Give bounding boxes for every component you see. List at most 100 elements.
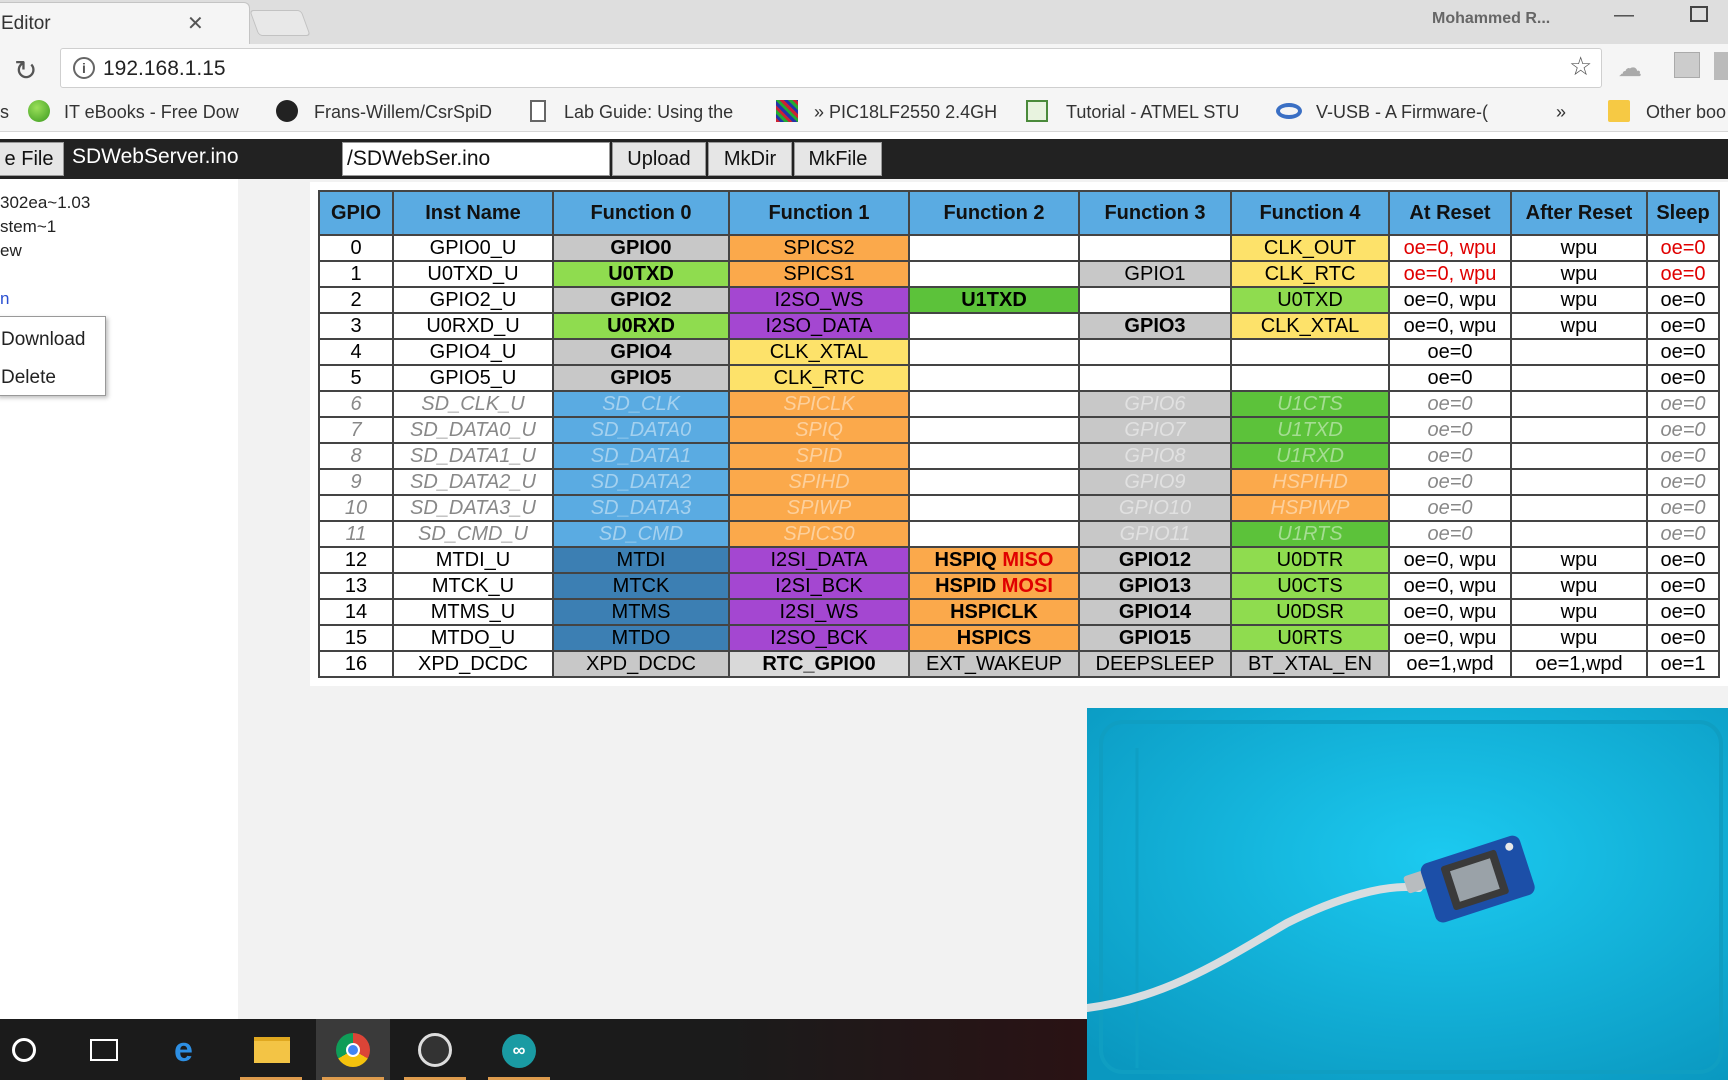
download-menu-item[interactable]: Download [1,329,86,351]
table-cell: HSPIHD [1230,468,1390,496]
path-input[interactable] [342,142,610,176]
table-cell: I2SO_BCK [728,624,910,652]
table-row: 1 U0TXD_U U0TXD SPICS1 GPIO1 CLK_RTC oe=0, wpu… [318,260,1720,288]
table-cell: SD_DATA2_U [392,468,554,496]
table-row: 8 SD_DATA1_U SD_DATA1 SPID GPIO8 U1RXD oe=0 oe=… [318,442,1720,470]
table-cell: U0TXD [552,260,730,288]
obs-icon[interactable] [398,1019,472,1080]
column-header: After Reset [1510,190,1648,236]
delete-menu-item[interactable]: Delete [1,367,56,389]
table-cell: CLK_RTC [728,364,910,392]
github-icon [276,100,298,122]
table-cell: GPIO1 [1078,260,1232,288]
table-cell: 0 [318,234,394,262]
mkdir-button[interactable]: MkDir [708,142,792,176]
menu-icon[interactable] [1714,52,1728,80]
info-icon[interactable]: i [73,57,95,79]
profile-name[interactable]: Mohammed R... [1432,10,1550,28]
table-cell: U0DTR [1230,546,1390,574]
table-row: 10 SD_DATA3_U SD_DATA3 SPIWP GPIO10 HSPIWP oe=… [318,494,1720,522]
bookmark-pic18[interactable]: » PIC18LF2550 2.4GH [814,102,997,123]
table-cell: oe=0 [1646,286,1720,314]
table-cell: oe=0 [1646,260,1720,288]
column-header: Function 1 [728,190,910,236]
edge-icon[interactable]: e [152,1019,226,1080]
mkfile-button[interactable]: MkFile [794,142,882,176]
bookmark-atmel[interactable]: Tutorial - ATMEL STU [1066,102,1239,123]
table-cell: 12 [318,546,394,574]
column-header: Inst Name [392,190,554,236]
bookmark-other[interactable]: Other boo [1646,102,1726,123]
table-cell: RTC_GPIO0 [728,650,910,678]
bookmark-truncated[interactable]: s [0,102,9,123]
bookmark-overflow[interactable]: » [1556,102,1566,123]
browser-toolbar: ↻ i 192.168.1.15 ☆ ☁ [0,44,1728,94]
table-cell: 1 [318,260,394,288]
table-cell: SD_CLK [552,390,730,418]
table-cell: SD_CMD [552,520,730,548]
table-cell: oe=1,wpd [1510,650,1648,678]
windows-taskbar: e ∞ [0,1019,1087,1080]
table-cell [1510,468,1648,496]
table-cell: SD_DATA1 [552,442,730,470]
file-explorer-icon[interactable] [234,1019,308,1080]
tree-item[interactable]: ew [0,241,22,261]
table-row: 15 MTDO_U MTDO I2SO_BCK HSPICS GPIO15 U0RTS oe=… [318,624,1720,652]
close-icon[interactable]: ✕ [187,11,204,36]
table-cell: GPIO0 [552,234,730,262]
table-row: 14 MTMS_U MTMS I2SI_WS HSPICLK GPIO14 U0DSR oe=… [318,598,1720,626]
bookmark-it-ebooks[interactable]: IT eBooks - Free Dow [64,102,239,123]
save-file-button[interactable]: e File [0,142,64,176]
minimize-icon[interactable]: — [1614,4,1634,27]
bookmarks-bar: s IT eBooks - Free Dow Frans-Willem/CsrS… [0,94,1728,132]
table-cell: GPIO9 [1078,468,1232,496]
tree-item-selected[interactable]: n [0,289,9,309]
bookmark-vusb[interactable]: V-USB - A Firmware-( [1316,102,1488,123]
current-file-name: SDWebServer.ino [72,145,239,168]
table-cell: oe=0 [1388,442,1512,470]
table-cell: SPIWP [728,494,910,522]
table-cell [908,338,1080,366]
tab-editor[interactable]: Editor ✕ [0,2,250,44]
arduino-icon[interactable]: ∞ [484,1019,558,1080]
table-row: 7 SD_DATA0_U SD_DATA0 SPIQ GPIO7 U1TXD oe=0 oe=… [318,416,1720,444]
table-cell: CLK_XTAL [728,338,910,366]
table-cell: HSPICS [908,624,1080,652]
table-cell: oe=0 [1646,494,1720,522]
table-cell: oe=0, wpu [1388,260,1512,288]
cortana-icon[interactable] [0,1019,74,1080]
taskbar-empty [730,1019,1087,1080]
column-header: Function 0 [552,190,730,236]
table-cell: oe=0 [1388,494,1512,522]
table-row: 11 SD_CMD_U SD_CMD SPICS0 GPIO11 U1RTS oe=0 oe=… [318,520,1720,548]
address-bar[interactable]: i 192.168.1.15 ☆ [60,48,1602,88]
table-cell [908,494,1080,522]
maximize-icon[interactable] [1690,6,1708,22]
reload-icon[interactable]: ↻ [14,54,37,87]
table-cell: BT_XTAL_EN [1230,650,1390,678]
cloud-icon[interactable]: ☁ [1618,54,1642,83]
extension-icon[interactable] [1674,52,1700,78]
url-text[interactable]: 192.168.1.15 [103,57,226,81]
task-view-icon[interactable] [66,1019,140,1080]
table-cell: GPIO13 [1078,572,1232,600]
table-cell: wpu [1510,286,1648,314]
table-cell: I2SI_DATA [728,546,910,574]
upload-button[interactable]: Upload [612,142,706,176]
bookmark-csrspi[interactable]: Frans-Willem/CsrSpiD [314,102,492,123]
bookmark-lab-guide[interactable]: Lab Guide: Using the [564,102,733,123]
table-cell: oe=0 [1646,312,1720,340]
table-cell: U0RXD [552,312,730,340]
table-header-row: GPIO Inst Name Function 0 Function 1 Fun… [318,190,1720,236]
chrome-icon[interactable] [316,1019,390,1080]
star-icon[interactable]: ☆ [1569,51,1592,82]
table-cell: GPIO4 [552,338,730,366]
table-cell: 9 [318,468,394,496]
table-row: 3 U0RXD_U U0RXD I2SO_DATA GPIO3 CLK_XTAL oe=0,… [318,312,1720,340]
tree-item[interactable]: 302ea~1.03 [0,193,90,213]
editor-toolbar: e File SDWebServer.ino Upload MkDir MkFi… [0,139,1728,179]
table-row: 5 GPIO5_U GPIO5 CLK_RTC oe=0 oe=0 [318,364,1720,392]
new-tab-button[interactable] [249,10,311,36]
tree-item[interactable]: stem~1 [0,217,56,237]
table-cell: oe=0 [1388,390,1512,418]
